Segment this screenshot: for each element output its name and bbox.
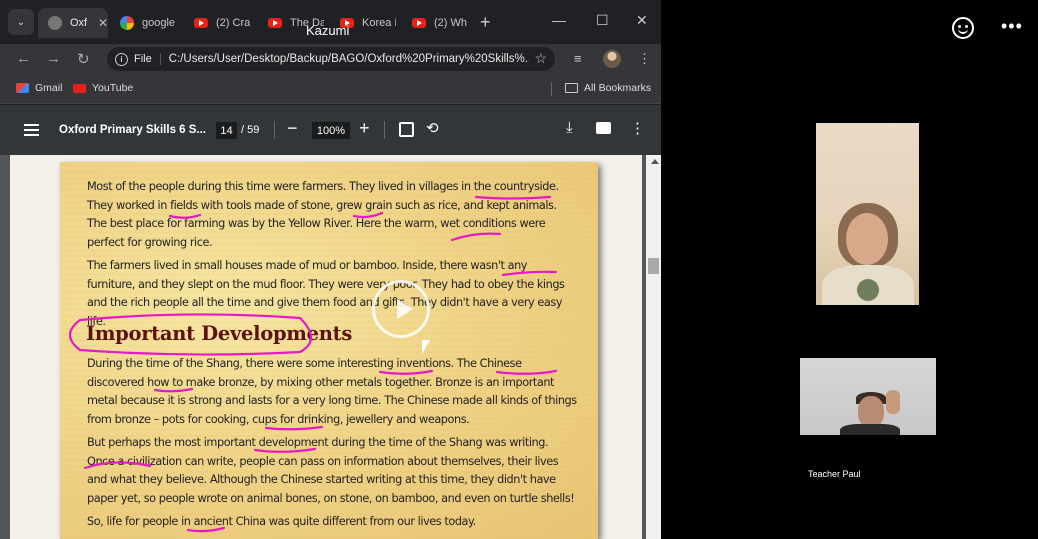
bookmark-divider xyxy=(551,82,552,96)
toolbar-divider xyxy=(384,121,385,139)
paragraph-inventions: During the time of the Shang, there were… xyxy=(87,357,577,426)
youtube-icon xyxy=(73,83,86,93)
browser-toolbar: ← → ↻ i File C:/Users/User/Desktop/Backu… xyxy=(0,44,661,74)
zoom-in-button[interactable]: + xyxy=(359,118,370,139)
tab-google[interactable]: google xyxy=(110,8,182,38)
mouse-cursor-icon xyxy=(422,340,430,354)
back-icon[interactable]: ← xyxy=(16,50,31,67)
forward-icon[interactable]: → xyxy=(46,50,61,67)
download-icon[interactable]: ⤓ xyxy=(566,119,573,136)
reading-list-icon[interactable]: ≡ xyxy=(574,51,582,66)
pdf-title: Oxford Primary Skills 6 S... xyxy=(59,124,207,136)
pdf-toolbar: Oxford Primary Skills 6 S... 14 / 59 − 1… xyxy=(0,105,661,155)
print-icon[interactable] xyxy=(596,122,611,134)
youtube-icon xyxy=(412,18,426,28)
close-icon[interactable]: ✕ xyxy=(98,16,108,30)
fit-page-icon[interactable] xyxy=(399,122,414,137)
url-text[interactable]: C:/Users/User/Desktop/Backup/BAGO/Oxford… xyxy=(169,53,529,65)
globe-icon xyxy=(48,16,62,30)
menu-icon[interactable] xyxy=(24,124,39,136)
browser-menu-icon[interactable]: ⋮ xyxy=(638,51,651,67)
page-total: / 59 xyxy=(241,124,260,136)
youtube-icon xyxy=(268,18,282,28)
reactions-icon[interactable] xyxy=(952,17,974,39)
paragraph-houses: The farmers lived in small houses made o… xyxy=(87,259,565,328)
scroll-up-icon[interactable] xyxy=(651,159,659,164)
scroll-thumb[interactable] xyxy=(648,258,659,274)
pdf-scrollbar[interactable] xyxy=(646,155,661,539)
file-chip: File xyxy=(134,53,161,65)
paragraph-conclusion: So, life for people in ancient China was… xyxy=(87,515,476,528)
folder-icon xyxy=(565,83,578,93)
meeting-more-icon[interactable]: ••• xyxy=(1001,16,1023,37)
paragraph-writing: But perhaps the most important developme… xyxy=(87,436,575,505)
bookmark-gmail[interactable]: Gmail xyxy=(16,82,62,94)
rotate-icon[interactable]: ⟲ xyxy=(426,119,439,137)
star-icon[interactable]: ☆ xyxy=(534,50,547,67)
gmail-icon xyxy=(16,83,29,93)
new-tab-button[interactable]: + xyxy=(480,12,491,33)
tab-youtube-4[interactable]: (2) Wh xyxy=(402,8,474,38)
play-icon[interactable] xyxy=(372,280,430,338)
section-heading: Important Developments xyxy=(86,322,352,345)
participant-video-1[interactable] xyxy=(816,123,919,305)
zoom-out-button[interactable]: − xyxy=(287,118,298,139)
close-window-button[interactable]: ✕ xyxy=(636,12,648,29)
bookmarks-bar: Gmail YouTube All Bookmarks xyxy=(0,74,661,104)
toolbar-divider xyxy=(274,121,275,139)
tab-youtube-1[interactable]: (2) Cra xyxy=(184,8,256,38)
participant-name-label: Teacher Paul xyxy=(808,469,861,479)
screen-sharer-name: Kazumi xyxy=(306,23,350,38)
zoom-level-input[interactable]: 100% xyxy=(312,122,350,139)
youtube-icon xyxy=(194,18,208,28)
bookmark-youtube[interactable]: YouTube xyxy=(73,82,133,94)
participant-video-teacher-paul[interactable] xyxy=(800,358,936,435)
minimize-button[interactable]: — xyxy=(552,12,566,28)
paragraph-farmers: Most of the people during this time were… xyxy=(87,180,559,249)
pdf-more-icon[interactable]: ⋮ xyxy=(630,119,645,137)
page-number-input[interactable]: 14 xyxy=(216,122,237,139)
reload-icon[interactable]: ↻ xyxy=(77,50,90,68)
google-icon xyxy=(120,16,134,30)
info-icon[interactable]: i xyxy=(115,52,128,66)
all-bookmarks[interactable]: All Bookmarks xyxy=(565,82,651,94)
tab-search-button[interactable]: ⌄ xyxy=(8,9,34,35)
tab-oxford-pdf[interactable]: Oxf ✕ xyxy=(38,8,108,38)
profile-avatar[interactable] xyxy=(603,50,621,68)
maximize-button[interactable]: ☐ xyxy=(596,12,609,29)
screen: ⌄ Oxf ✕ google (2) Cra The Da Korea I (2… xyxy=(0,0,1038,539)
address-bar[interactable]: i File C:/Users/User/Desktop/Backup/BAGO… xyxy=(107,47,555,71)
